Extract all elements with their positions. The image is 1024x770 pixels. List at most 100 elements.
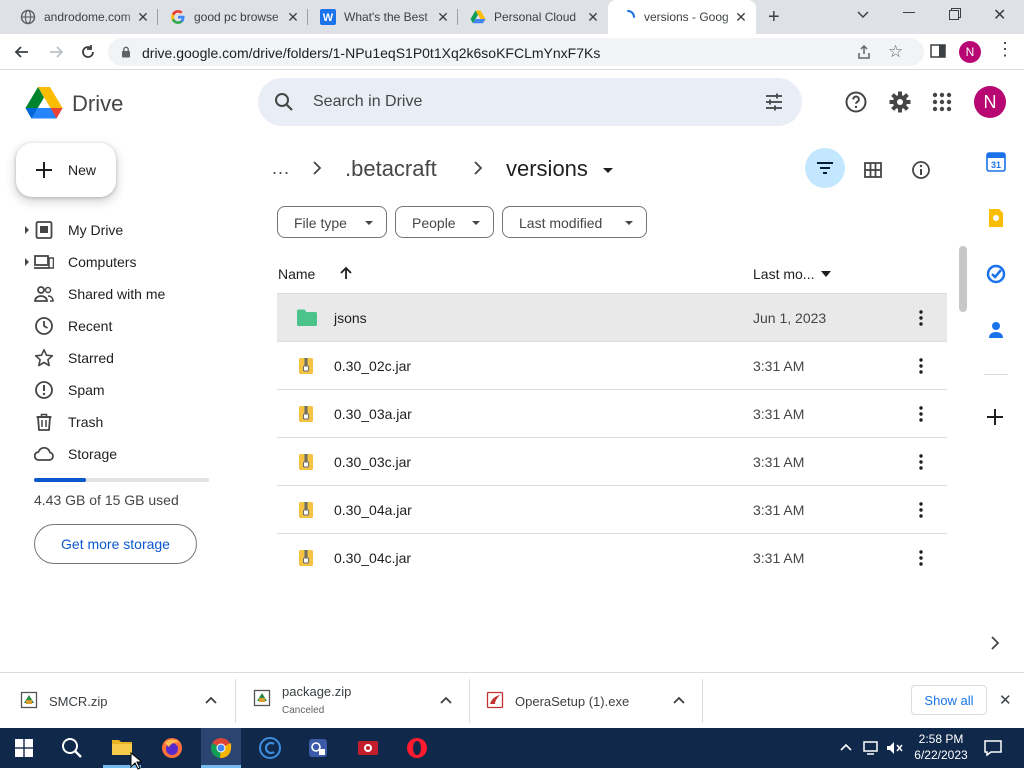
file-row[interactable]: 0.30_04c.jar 3:31 AM xyxy=(277,534,947,572)
new-tab-icon[interactable]: + xyxy=(768,6,780,29)
contacts-icon[interactable] xyxy=(986,320,1006,340)
filter-chip-people[interactable]: People xyxy=(395,206,494,238)
close-icon[interactable]: ✕ xyxy=(136,10,150,24)
add-addon-plus-icon[interactable] xyxy=(986,408,1004,426)
back-icon[interactable] xyxy=(12,42,32,62)
archive-file-icon xyxy=(296,452,316,472)
file-name: jsons xyxy=(334,310,367,326)
opera-icon[interactable] xyxy=(406,737,428,759)
close-icon[interactable]: ✕ xyxy=(734,10,748,24)
browser-tab-active[interactable]: versions - Goog ✕ xyxy=(608,0,756,34)
firefox-icon[interactable] xyxy=(161,737,183,759)
more-actions-icon[interactable] xyxy=(911,404,931,424)
more-actions-icon[interactable] xyxy=(911,548,931,568)
keep-icon[interactable] xyxy=(986,208,1006,228)
breadcrumb-more-button[interactable]: ... xyxy=(272,158,296,179)
chevron-up-icon[interactable] xyxy=(440,695,452,705)
breadcrumb-current-folder[interactable]: versions xyxy=(506,156,588,182)
network-icon[interactable] xyxy=(862,740,880,756)
expand-caret-icon[interactable] xyxy=(25,258,29,266)
chevron-up-icon[interactable] xyxy=(673,695,685,705)
column-header-last-modified[interactable]: Last mo... xyxy=(753,266,814,282)
folder-menu-dropdown-icon[interactable] xyxy=(603,168,613,173)
ccleaner-icon[interactable] xyxy=(259,737,281,759)
more-actions-icon[interactable] xyxy=(911,452,931,472)
show-all-downloads-button[interactable]: Show all xyxy=(911,685,987,715)
lock-icon[interactable] xyxy=(120,46,132,58)
caret-down-icon[interactable] xyxy=(821,271,831,277)
file-row[interactable]: 0.30_03a.jar 3:31 AM xyxy=(277,390,947,438)
file-row[interactable]: 0.32_01.jar Jun 15, 2023 xyxy=(277,582,947,630)
filter-chip-file-type[interactable]: File type xyxy=(277,206,387,238)
nav-item-my-drive[interactable]: My Drive xyxy=(24,215,244,245)
minimize-icon[interactable] xyxy=(903,12,915,13)
restore-icon[interactable] xyxy=(949,8,961,20)
settings-gear-icon[interactable] xyxy=(888,90,912,114)
more-actions-icon[interactable] xyxy=(911,500,931,520)
drive-logo-icon[interactable] xyxy=(25,86,63,120)
search-icon[interactable] xyxy=(61,737,83,759)
expand-side-panel-chevron-icon[interactable] xyxy=(990,636,1000,650)
windows-start-icon[interactable] xyxy=(15,739,33,757)
download-item[interactable]: OperaSetup (1).exe xyxy=(470,673,703,729)
file-row[interactable]: 0.30_02c.jar 3:31 AM xyxy=(277,342,947,390)
browser-menu-icon[interactable]: ⋮ xyxy=(996,40,1014,58)
browser-tab[interactable]: good pc browse ✕ xyxy=(158,0,308,34)
help-icon[interactable] xyxy=(844,90,868,114)
search-icon[interactable] xyxy=(274,92,294,112)
grid-view-icon[interactable] xyxy=(864,162,882,178)
share-icon[interactable] xyxy=(856,44,872,60)
screen-recorder-icon[interactable] xyxy=(357,737,379,759)
volume-muted-icon[interactable] xyxy=(886,740,904,756)
close-download-bar-icon[interactable]: ✕ xyxy=(999,691,1012,709)
close-icon[interactable]: ✕ xyxy=(436,10,450,24)
download-item[interactable]: SMCR.zip xyxy=(0,673,236,729)
tab-search-icon[interactable] xyxy=(855,6,871,22)
breadcrumb-item[interactable]: .betacraft xyxy=(345,156,437,182)
forward-icon[interactable] xyxy=(46,42,66,62)
more-actions-icon[interactable] xyxy=(911,596,931,616)
taskbar-clock[interactable]: 2:58 PM 6/22/2023 xyxy=(908,731,974,763)
filter-toggle-button[interactable] xyxy=(805,148,845,188)
side-panel-icon[interactable] xyxy=(930,43,946,59)
chrome-taskbar-button[interactable] xyxy=(201,728,241,768)
more-actions-icon[interactable] xyxy=(911,644,931,664)
more-actions-icon[interactable] xyxy=(911,356,931,376)
browser-tab[interactable]: Personal Cloud ✕ xyxy=(458,0,608,34)
browser-tab[interactable]: androdome.com ✕ xyxy=(8,0,158,34)
search-input[interactable]: Search in Drive xyxy=(313,93,422,111)
search-bar[interactable]: Search in Drive xyxy=(258,78,802,126)
column-header-name[interactable]: Name xyxy=(278,266,315,282)
nav-item-computers[interactable]: Computers xyxy=(24,247,244,277)
new-button[interactable]: New xyxy=(16,143,116,197)
close-icon[interactable]: ✕ xyxy=(286,10,300,24)
search-options-icon[interactable] xyxy=(764,92,784,112)
browser-tab[interactable]: W What's the Best ✕ xyxy=(308,0,458,34)
globe-icon xyxy=(20,9,36,25)
bookmark-star-icon[interactable]: ☆ xyxy=(888,42,903,62)
expand-caret-icon[interactable] xyxy=(25,226,29,234)
profile-avatar[interactable]: N xyxy=(959,41,981,63)
address-bar[interactable]: drive.google.com/drive/folders/1-NPu1eqS… xyxy=(108,38,924,66)
window-close-icon[interactable]: ✕ xyxy=(993,5,1006,25)
notification-center-icon[interactable] xyxy=(984,739,1002,757)
user-avatar[interactable]: N xyxy=(974,86,1006,118)
file-row[interactable]: jsons Jun 1, 2023 xyxy=(277,294,947,342)
file-row[interactable]: 0.32_02.jar Jun 15, 2023 xyxy=(277,630,947,670)
file-row[interactable]: 0.30_03c.jar 3:31 AM xyxy=(277,438,947,486)
download-item[interactable]: package.zip Canceled xyxy=(236,673,470,729)
sort-ascending-arrow-icon[interactable] xyxy=(338,265,354,281)
info-icon[interactable] xyxy=(911,160,931,180)
chevron-up-icon[interactable] xyxy=(840,742,852,752)
file-row[interactable]: 0.30_04a.jar 3:31 AM xyxy=(277,486,947,534)
chevron-up-icon[interactable] xyxy=(205,695,217,705)
close-icon[interactable]: ✕ xyxy=(586,10,600,24)
calendar-icon[interactable]: 31 xyxy=(986,152,1006,172)
scrollbar-thumb[interactable] xyxy=(959,246,967,312)
filter-chip-last-modified[interactable]: Last modified xyxy=(502,206,647,238)
apps-grid-icon[interactable] xyxy=(932,92,952,112)
app-launcher-icon[interactable] xyxy=(307,737,329,759)
more-actions-icon[interactable] xyxy=(911,308,931,328)
stop-loading-icon[interactable] xyxy=(78,42,98,62)
tasks-icon[interactable] xyxy=(986,264,1006,284)
